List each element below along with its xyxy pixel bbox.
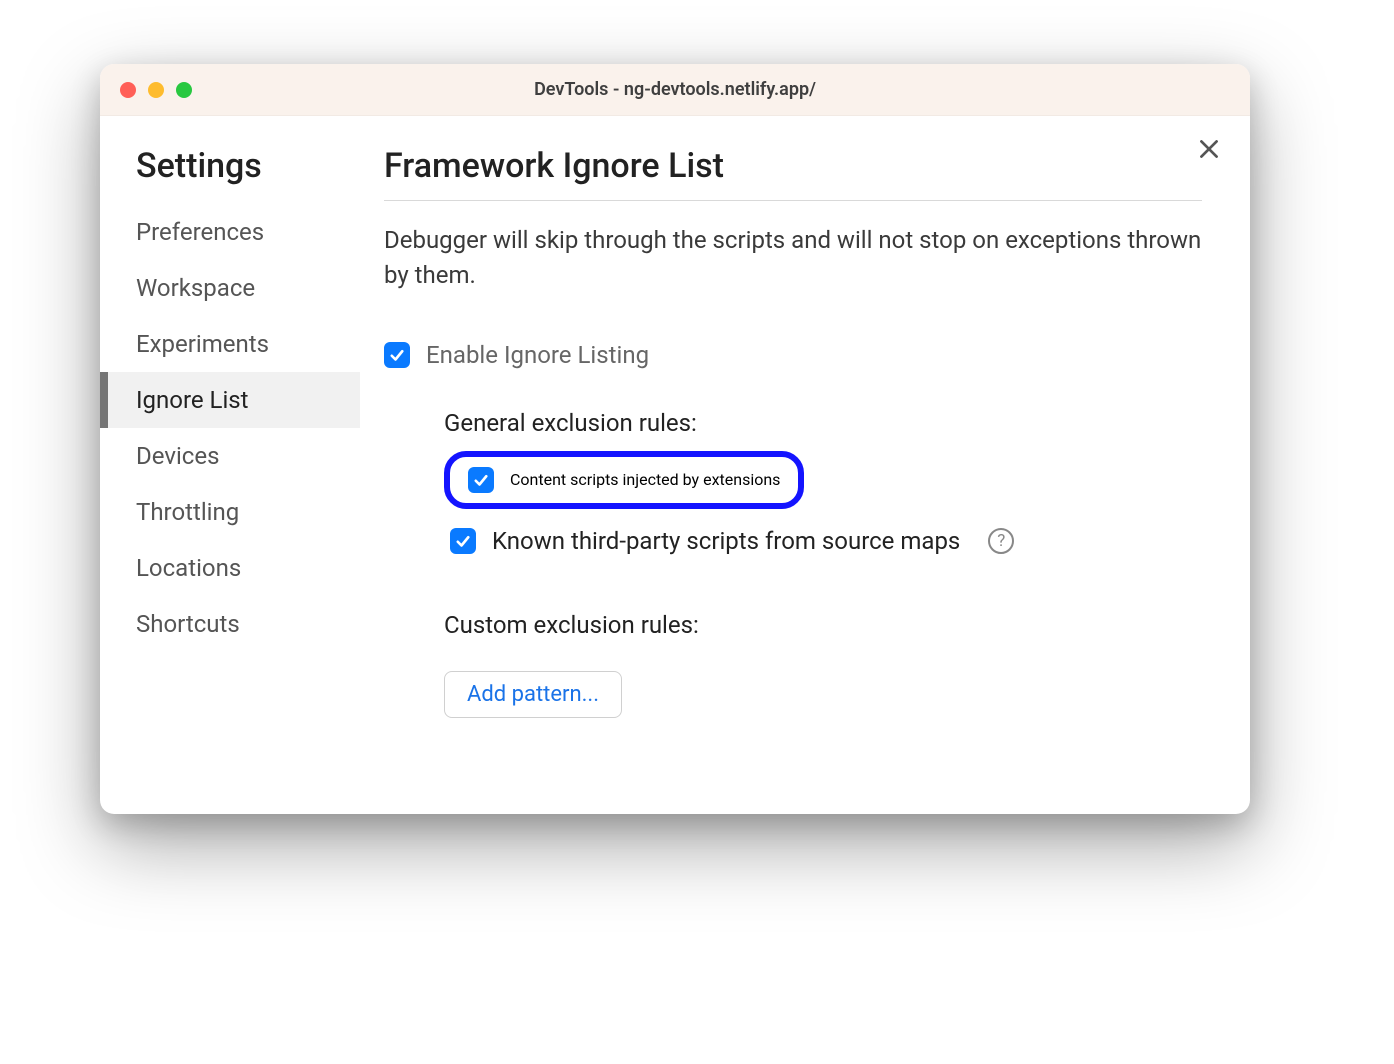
custom-rules-label: Custom exclusion rules: <box>444 611 1202 639</box>
sidebar-item-label: Throttling <box>136 498 239 526</box>
page-title: Framework Ignore List <box>384 146 1202 201</box>
sidebar-item-label: Locations <box>136 554 241 582</box>
window-titlebar: DevTools - ng-devtools.netlify.app/ <box>100 64 1250 116</box>
add-pattern-button[interactable]: Add pattern... <box>444 671 622 718</box>
sidebar-item-locations[interactable]: Locations <box>100 540 360 596</box>
help-icon[interactable]: ? <box>988 528 1014 554</box>
third-party-row[interactable]: Known third-party scripts from source ma… <box>444 527 1202 555</box>
window-close-button[interactable] <box>120 82 136 98</box>
sidebar-item-label: Devices <box>136 442 219 470</box>
sidebar-item-label: Shortcuts <box>136 610 240 638</box>
sidebar-item-label: Preferences <box>136 218 264 246</box>
window-zoom-button[interactable] <box>176 82 192 98</box>
enable-ignore-listing-label: Enable Ignore Listing <box>426 341 649 369</box>
settings-body: Settings Preferences Workspace Experimen… <box>100 116 1250 814</box>
sidebar-item-preferences[interactable]: Preferences <box>100 204 360 260</box>
devtools-settings-window: DevTools - ng-devtools.netlify.app/ Sett… <box>100 64 1250 814</box>
window-minimize-button[interactable] <box>148 82 164 98</box>
general-rules-label: General exclusion rules: <box>444 409 1202 437</box>
window-title: DevTools - ng-devtools.netlify.app/ <box>100 79 1250 100</box>
content-scripts-checkbox[interactable] <box>468 467 494 493</box>
custom-rules-section: Custom exclusion rules: Add pattern... <box>444 611 1202 718</box>
sidebar-item-experiments[interactable]: Experiments <box>100 316 360 372</box>
page-description: Debugger will skip through the scripts a… <box>384 223 1202 293</box>
sidebar-item-workspace[interactable]: Workspace <box>100 260 360 316</box>
sidebar-item-label: Experiments <box>136 330 269 358</box>
close-icon[interactable] <box>1196 136 1222 166</box>
sidebar-item-ignore-list[interactable]: Ignore List <box>100 372 360 428</box>
settings-title: Settings <box>100 146 360 204</box>
third-party-label: Known third-party scripts from source ma… <box>492 527 960 555</box>
enable-ignore-listing-checkbox[interactable] <box>384 342 410 368</box>
sidebar-item-label: Ignore List <box>136 386 249 414</box>
enable-ignore-listing-row[interactable]: Enable Ignore Listing <box>384 341 1202 369</box>
settings-sidebar: Settings Preferences Workspace Experimen… <box>100 116 360 814</box>
sidebar-item-shortcuts[interactable]: Shortcuts <box>100 596 360 652</box>
general-rules-section: General exclusion rules: Content scripts… <box>384 409 1202 718</box>
traffic-lights <box>120 82 192 98</box>
sidebar-item-throttling[interactable]: Throttling <box>100 484 360 540</box>
sidebar-item-label: Workspace <box>136 274 255 302</box>
content-scripts-highlight: Content scripts injected by extensions <box>444 451 804 509</box>
third-party-checkbox[interactable] <box>450 528 476 554</box>
content-scripts-label: Content scripts injected by extensions <box>510 470 780 489</box>
settings-main: Framework Ignore List Debugger will skip… <box>360 116 1250 814</box>
sidebar-item-devices[interactable]: Devices <box>100 428 360 484</box>
